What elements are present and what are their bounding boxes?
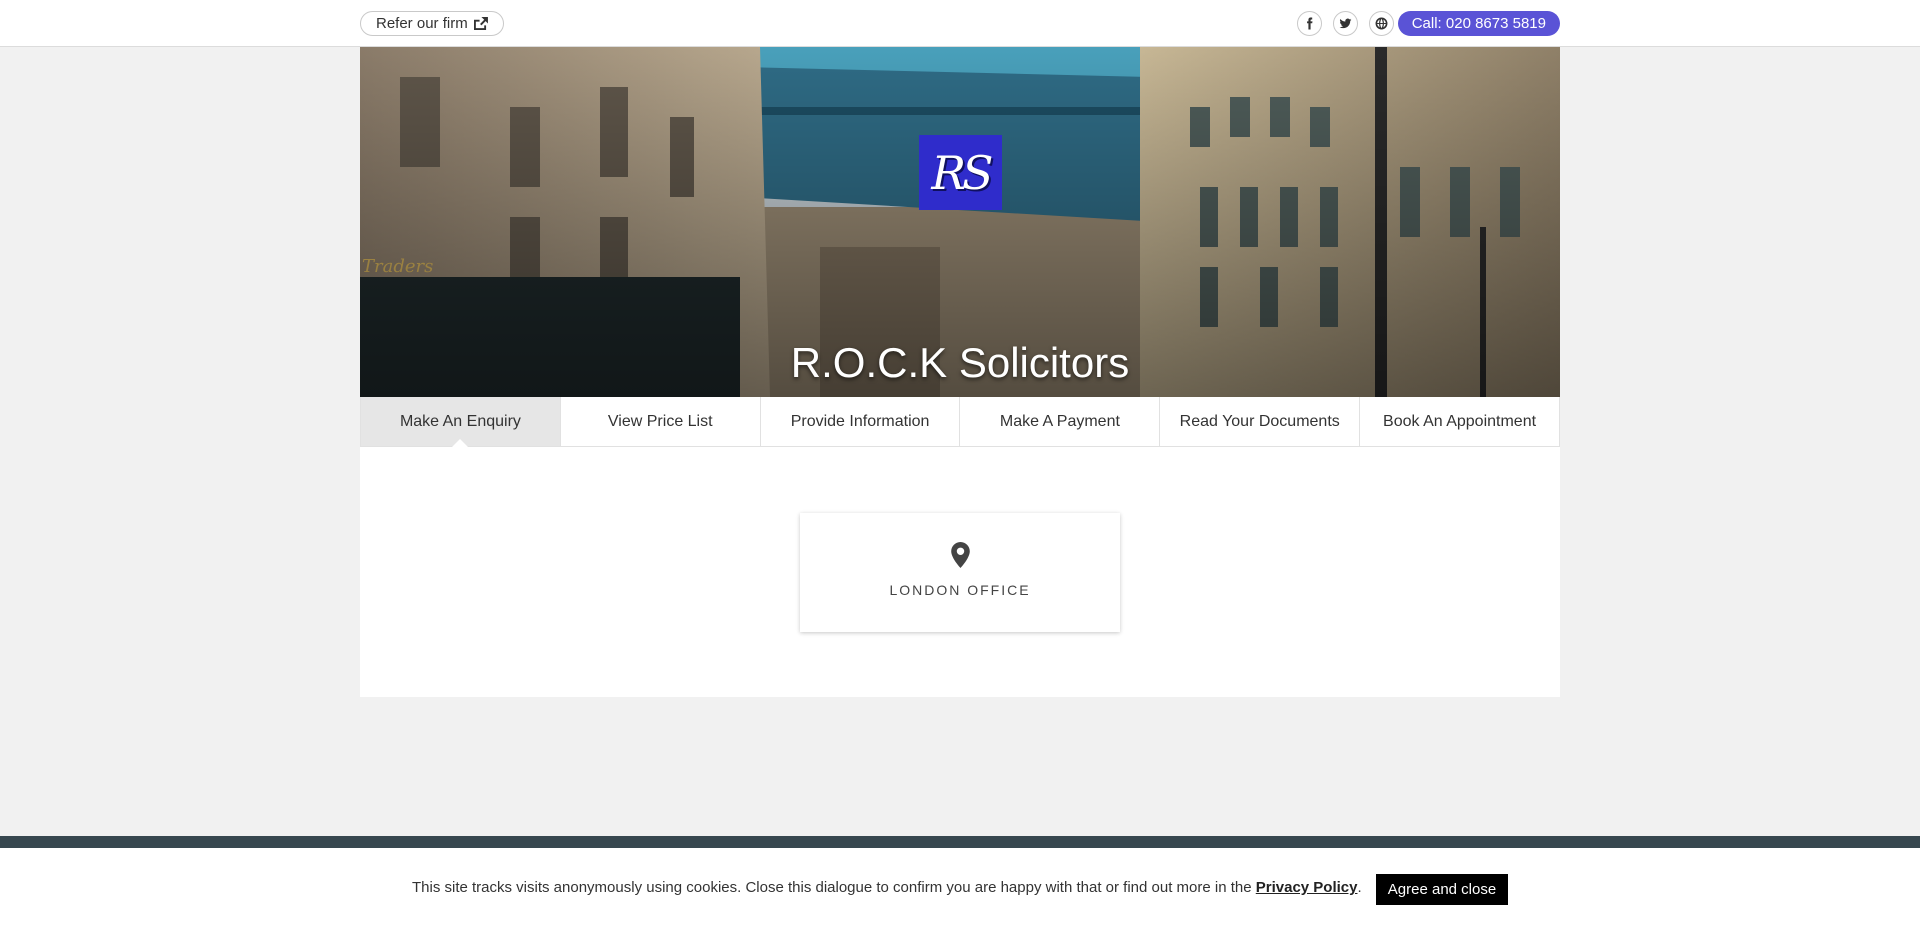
top-bar-inner: Refer our firm Call: 020 8673 5819 bbox=[360, 0, 1560, 47]
website-link[interactable] bbox=[1369, 11, 1394, 36]
tab-make-an-enquiry[interactable]: Make An Enquiry bbox=[361, 397, 561, 447]
main-container: Traders R bbox=[360, 47, 1560, 697]
map-pin-icon bbox=[950, 542, 970, 568]
call-button[interactable]: Call: 020 8673 5819 bbox=[1397, 11, 1560, 36]
agree-and-close-button[interactable]: Agree and close bbox=[1376, 874, 1508, 905]
privacy-policy-link[interactable]: Privacy Policy bbox=[1256, 879, 1358, 896]
refer-label: Refer our firm bbox=[376, 15, 468, 32]
twitter-link[interactable] bbox=[1333, 11, 1358, 36]
firm-logo[interactable]: RS bbox=[919, 135, 1002, 210]
hero-banner: Traders R bbox=[360, 47, 1560, 397]
london-office-card[interactable]: LONDON OFFICE bbox=[800, 513, 1120, 632]
cookie-message: This site tracks visits anonymously usin… bbox=[412, 879, 1362, 896]
action-tabs: Make An Enquiry View Price List Provide … bbox=[360, 397, 1560, 447]
tab-view-price-list[interactable]: View Price List bbox=[560, 397, 761, 447]
firm-name-title: R.O.C.K Solicitors bbox=[790, 339, 1130, 386]
cookie-banner: This site tracks visits anonymously usin… bbox=[0, 848, 1920, 925]
twitter-icon bbox=[1339, 18, 1352, 29]
cookie-text-end: . bbox=[1357, 879, 1362, 896]
social-links bbox=[1297, 11, 1394, 36]
refer-our-firm-button[interactable]: Refer our firm bbox=[360, 11, 504, 36]
cookie-text: This site tracks visits anonymously usin… bbox=[412, 879, 1252, 896]
facebook-link[interactable] bbox=[1297, 11, 1322, 36]
facebook-icon bbox=[1307, 17, 1313, 30]
logo-text: RS bbox=[931, 145, 993, 200]
office-label: LONDON OFFICE bbox=[889, 582, 1031, 598]
footer-strip bbox=[0, 836, 1920, 848]
globe-icon bbox=[1375, 17, 1388, 30]
top-bar: Refer our firm Call: 020 8673 5819 bbox=[0, 0, 1920, 47]
share-icon bbox=[473, 17, 488, 30]
tab-read-your-documents[interactable]: Read Your Documents bbox=[1160, 397, 1361, 447]
tab-book-an-appointment[interactable]: Book An Appointment bbox=[1360, 397, 1560, 447]
tab-content: LONDON OFFICE bbox=[360, 447, 1560, 697]
tab-provide-information[interactable]: Provide Information bbox=[760, 397, 961, 447]
tab-make-a-payment[interactable]: Make A Payment bbox=[960, 397, 1161, 447]
